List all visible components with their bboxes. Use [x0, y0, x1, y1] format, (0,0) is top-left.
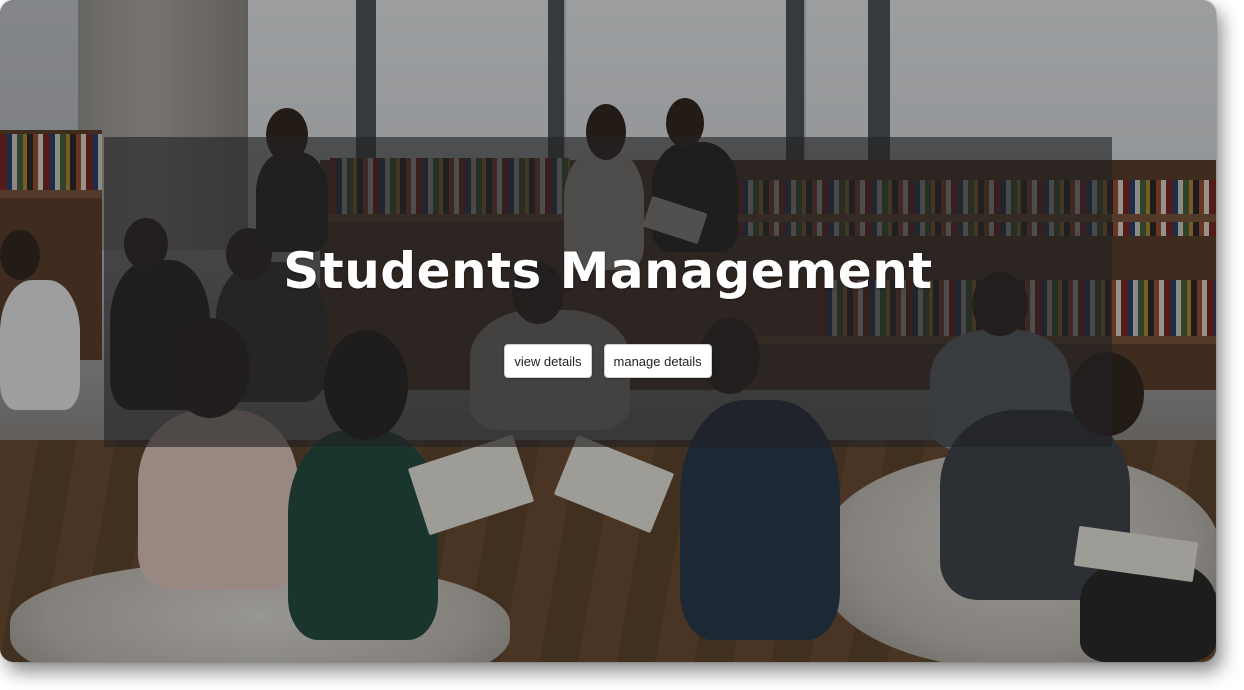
view-details-button[interactable]: view details	[504, 344, 592, 378]
hero-actions: view details manage details	[104, 344, 1112, 378]
app-window: Students Management view details manage …	[0, 0, 1216, 662]
manage-details-button[interactable]: manage details	[603, 344, 712, 378]
page-title: Students Management	[283, 242, 933, 300]
hero-panel: Students Management view details manage …	[104, 137, 1112, 447]
